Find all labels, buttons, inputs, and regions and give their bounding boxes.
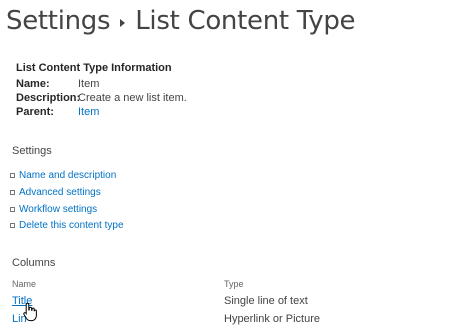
info-section-heading: List Content Type Information <box>16 62 172 74</box>
bullet-icon <box>10 222 15 228</box>
settings-section-heading: Settings <box>12 145 52 157</box>
breadcrumb: Settings List Content Type <box>6 4 356 38</box>
setting-link-label[interactable]: Advanced settings <box>19 187 101 198</box>
column-row-type: Single line of text <box>224 295 308 307</box>
setting-link-label[interactable]: Delete this content type <box>19 220 124 231</box>
workflow-settings-link[interactable]: Workflow settings <box>10 202 97 216</box>
setting-link-label[interactable]: Workflow settings <box>19 204 97 215</box>
bullet-icon <box>10 189 15 195</box>
advanced-settings-link[interactable]: Advanced settings <box>10 185 101 199</box>
breadcrumb-separator-icon <box>120 18 126 27</box>
column-row-type: Hyperlink or Picture <box>224 313 320 325</box>
name-label: Name: <box>16 78 50 90</box>
info-row-description: Description: Create a new list item. <box>16 92 266 106</box>
description-value: Create a new list item. <box>78 92 187 104</box>
setting-link-label[interactable]: Name and description <box>19 170 116 181</box>
columns-section-heading: Columns <box>12 257 56 269</box>
description-label: Description: <box>16 92 81 104</box>
breadcrumb-settings-link[interactable]: Settings <box>6 6 111 36</box>
parent-label: Parent: <box>16 106 54 118</box>
page-title: List Content Type <box>135 6 356 36</box>
parent-link[interactable]: Item <box>78 106 99 118</box>
delete-content-type-link[interactable]: Delete this content type <box>10 218 124 232</box>
info-row-name: Name: Item <box>16 78 266 92</box>
info-row-parent: Parent: Item <box>16 106 266 120</box>
column-header-type: Type <box>224 279 244 289</box>
bullet-icon <box>10 206 15 212</box>
name-and-description-link[interactable]: Name and description <box>10 168 116 182</box>
column-header-name: Name <box>12 279 37 289</box>
bullet-icon <box>10 172 15 178</box>
hand-cursor-icon <box>23 302 37 322</box>
name-value: Item <box>78 78 100 90</box>
